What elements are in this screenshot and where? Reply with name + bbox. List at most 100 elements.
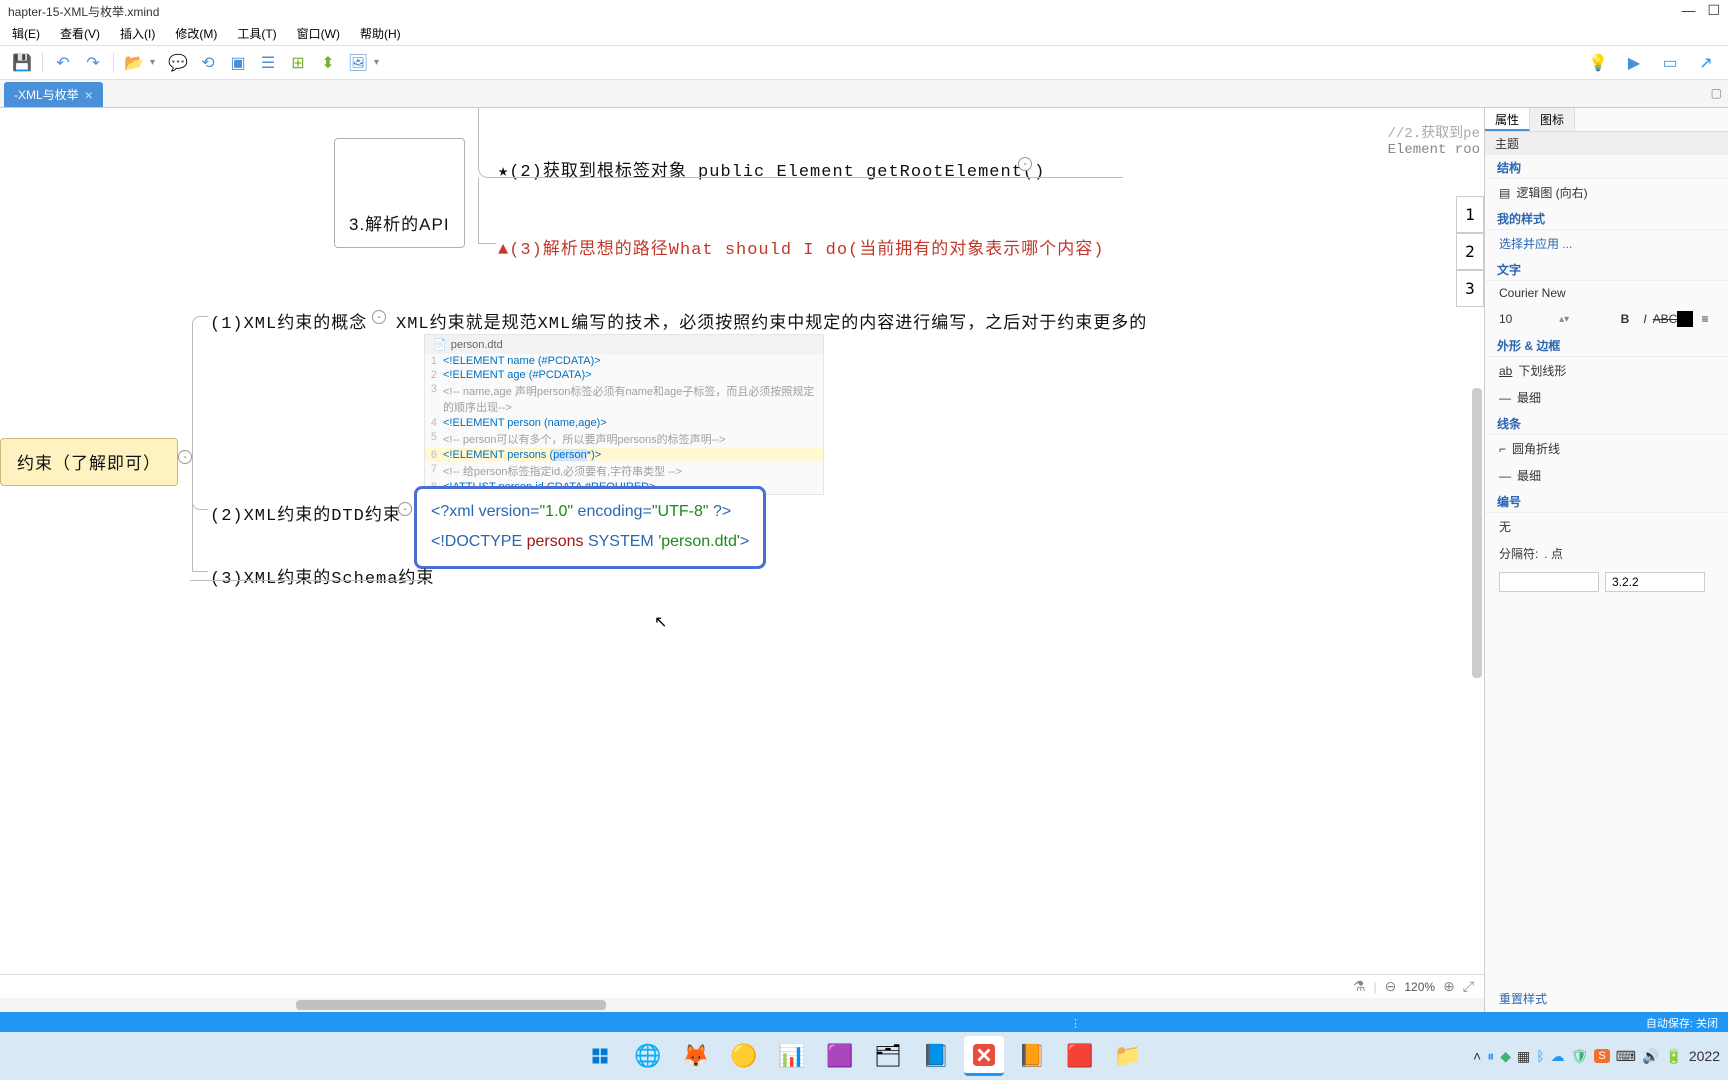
tray-bluetooth-icon[interactable]: ᛒ <box>1536 1048 1544 1064</box>
font-size[interactable]: 10 <box>1499 312 1512 326</box>
tray-app-3-icon[interactable]: ▦ <box>1517 1048 1530 1065</box>
tray-lang-icon[interactable]: ⌨ <box>1616 1048 1636 1065</box>
tab-maximize-icon[interactable]: ▢ <box>1711 86 1722 100</box>
xmind-icon[interactable] <box>964 1036 1004 1076</box>
tab-close-button[interactable]: × <box>85 87 93 103</box>
tab-properties[interactable]: 属性 <box>1485 108 1530 131</box>
mystyle-value[interactable]: 选择并应用 ... <box>1485 230 1728 257</box>
node-constraint-root[interactable]: 约束（了解即可） <box>0 438 178 486</box>
menu-tools[interactable]: 工具(T) <box>229 23 284 44</box>
app-icon-3[interactable]: 🗂 <box>868 1036 908 1076</box>
xml-declaration-box[interactable]: <?xml version="1.0" encoding="UTF-8" ?> … <box>414 486 766 569</box>
tray-up-icon[interactable]: ˄ <box>1473 1048 1481 1064</box>
bold-button[interactable]: B <box>1616 310 1634 328</box>
drag-handle-icon[interactable]: ⋮ <box>1070 1017 1081 1030</box>
present-button[interactable]: ▶ <box>1620 49 1648 77</box>
app-icon-2[interactable]: 🟪 <box>820 1036 860 1076</box>
clock[interactable]: 2022 <box>1689 1048 1720 1064</box>
toggle-concept[interactable]: - <box>372 310 386 324</box>
shape-thin[interactable]: — 最细 <box>1485 384 1728 411</box>
structure-value[interactable]: ▤ 逻辑图 (向右) <box>1485 179 1728 206</box>
powerpoint-icon[interactable]: 📙 <box>1012 1036 1052 1076</box>
taskbar-apps: 🌐 🦊 🟡 📊 🟪 🗂 📘 📙 🟥 📁 <box>580 1036 1148 1076</box>
autosave-status[interactable]: 自动保存: 关闭 <box>1646 1015 1718 1031</box>
number-value[interactable]: 无 <box>1485 513 1728 540</box>
image-button[interactable]: 🖼 <box>344 49 372 77</box>
zoom-in-button[interactable]: ⊕ <box>1443 978 1455 995</box>
menu-view[interactable]: 查看(V) <box>52 23 108 44</box>
zoom-out-button[interactable]: ⊖ <box>1385 978 1397 995</box>
number-input-2[interactable] <box>1605 572 1705 592</box>
menu-insert[interactable]: 插入(I) <box>112 23 163 44</box>
app-icon-4[interactable]: 📘 <box>916 1036 956 1076</box>
number-input-1[interactable] <box>1499 572 1599 592</box>
maximize-button[interactable]: ☐ <box>1707 2 1720 19</box>
drill-button[interactable]: ⬍ <box>314 49 342 77</box>
side-index-1[interactable]: 1 <box>1456 196 1484 233</box>
chrome-icon[interactable]: 🟡 <box>724 1036 764 1076</box>
node-dtd-label[interactable]: (2)XML约束的DTD约束 <box>210 500 401 526</box>
vscroll-thumb[interactable] <box>1472 388 1482 678</box>
line-value[interactable]: ⌐ 圆角折线 <box>1485 435 1728 462</box>
save-button[interactable]: 💾 <box>8 49 36 77</box>
menu-edit[interactable]: 辑(E) <box>4 23 48 44</box>
filter-icon[interactable]: ⚗ <box>1353 978 1366 995</box>
mindmap-canvas[interactable]: 3.解析的API ★(2)获取到根标签对象 public Element get… <box>0 108 1484 1012</box>
firefox-icon[interactable]: 🦊 <box>676 1036 716 1076</box>
image-dropdown[interactable]: ▾ <box>374 57 386 68</box>
italic-button[interactable]: I <box>1636 310 1654 328</box>
node-concept-text[interactable]: XML约束就是规范XML编写的技术，必须按照约束中规定的内容进行编写，之后对于约… <box>396 308 1147 334</box>
open-dropdown[interactable]: ▾ <box>150 57 162 68</box>
minimize-button[interactable]: — <box>1681 2 1695 19</box>
tray-volume-icon[interactable]: 🔊 <box>1642 1048 1659 1065</box>
share-button[interactable]: ↗ <box>1692 49 1720 77</box>
idea-button[interactable]: 💡 <box>1584 49 1612 77</box>
strike-button[interactable]: ABC <box>1656 310 1674 328</box>
edge-icon[interactable]: 🌐 <box>628 1036 668 1076</box>
intellij-icon[interactable]: 🟥 <box>1060 1036 1100 1076</box>
text-color-button[interactable] <box>1676 310 1694 328</box>
toggle-constraint[interactable]: - <box>178 450 192 464</box>
summary-button[interactable]: ☰ <box>254 49 282 77</box>
gantt-button[interactable]: ▭ <box>1656 49 1684 77</box>
boundary-button[interactable]: ▣ <box>224 49 252 77</box>
hscrollbar[interactable] <box>0 998 1484 1012</box>
tray-app-1-icon[interactable]: ⏸ <box>1487 1048 1494 1065</box>
menu-window[interactable]: 窗口(W) <box>289 23 348 44</box>
align-button[interactable]: ≡ <box>1696 310 1714 328</box>
menu-help[interactable]: 帮助(H) <box>352 23 409 44</box>
taskbar: 🌐 🦊 🟡 📊 🟪 🗂 📘 📙 🟥 📁 ˄ ⏸ ◆ ▦ ᛒ ☁ 🛡 S ⌨ 🔊 … <box>0 1032 1728 1080</box>
node-schema-label[interactable]: (3)XML约束的Schema约束 <box>210 563 434 589</box>
reset-style-link[interactable]: 重置样式 <box>1485 985 1728 1012</box>
tab-icons[interactable]: 图标 <box>1530 108 1575 131</box>
note-button[interactable]: 💬 <box>164 49 192 77</box>
side-index-3[interactable]: 3 <box>1456 270 1484 307</box>
tray-battery-icon[interactable]: 🔋 <box>1665 1048 1682 1065</box>
node-parse-path[interactable]: ▲(3)解析思想的路径What should I do(当前拥有的对象表示哪个内… <box>498 234 1104 260</box>
tray-onedrive-icon[interactable]: ☁ <box>1551 1048 1565 1065</box>
undo-button[interactable]: ↶ <box>49 49 77 77</box>
relationship-button[interactable]: ⟲ <box>194 49 222 77</box>
tray-security-icon[interactable]: 🛡 <box>1571 1048 1589 1065</box>
tray-app-2-icon[interactable]: ◆ <box>1500 1048 1511 1065</box>
hscroll-thumb[interactable] <box>296 1000 606 1010</box>
add-topic-button[interactable]: ⊞ <box>284 49 312 77</box>
font-select[interactable]: Courier New <box>1485 281 1728 305</box>
start-button[interactable] <box>580 1036 620 1076</box>
line-thin[interactable]: — 最细 <box>1485 462 1728 489</box>
redo-button[interactable]: ↷ <box>79 49 107 77</box>
open-button[interactable]: 📂 <box>120 49 148 77</box>
tray-input-icon[interactable]: S <box>1594 1049 1609 1063</box>
explorer-icon[interactable]: 📁 <box>1108 1036 1148 1076</box>
sep-value[interactable]: . 点 <box>1544 545 1563 562</box>
stepper-icon[interactable]: ▴▾ <box>1559 314 1569 325</box>
shape-value[interactable]: ab 下划线形 <box>1485 357 1728 384</box>
node-api[interactable]: 3.解析的API <box>334 138 465 248</box>
document-tab[interactable]: -XML与枚举 × <box>4 82 103 107</box>
zoom-fit-button[interactable]: ⤢ <box>1463 978 1474 995</box>
app-icon-1[interactable]: 📊 <box>772 1036 812 1076</box>
toggle-dtd[interactable]: - <box>398 502 412 516</box>
menu-modify[interactable]: 修改(M) <box>167 23 225 44</box>
side-index-2[interactable]: 2 <box>1456 233 1484 270</box>
node-concept-label[interactable]: (1)XML约束的概念 <box>210 308 367 334</box>
